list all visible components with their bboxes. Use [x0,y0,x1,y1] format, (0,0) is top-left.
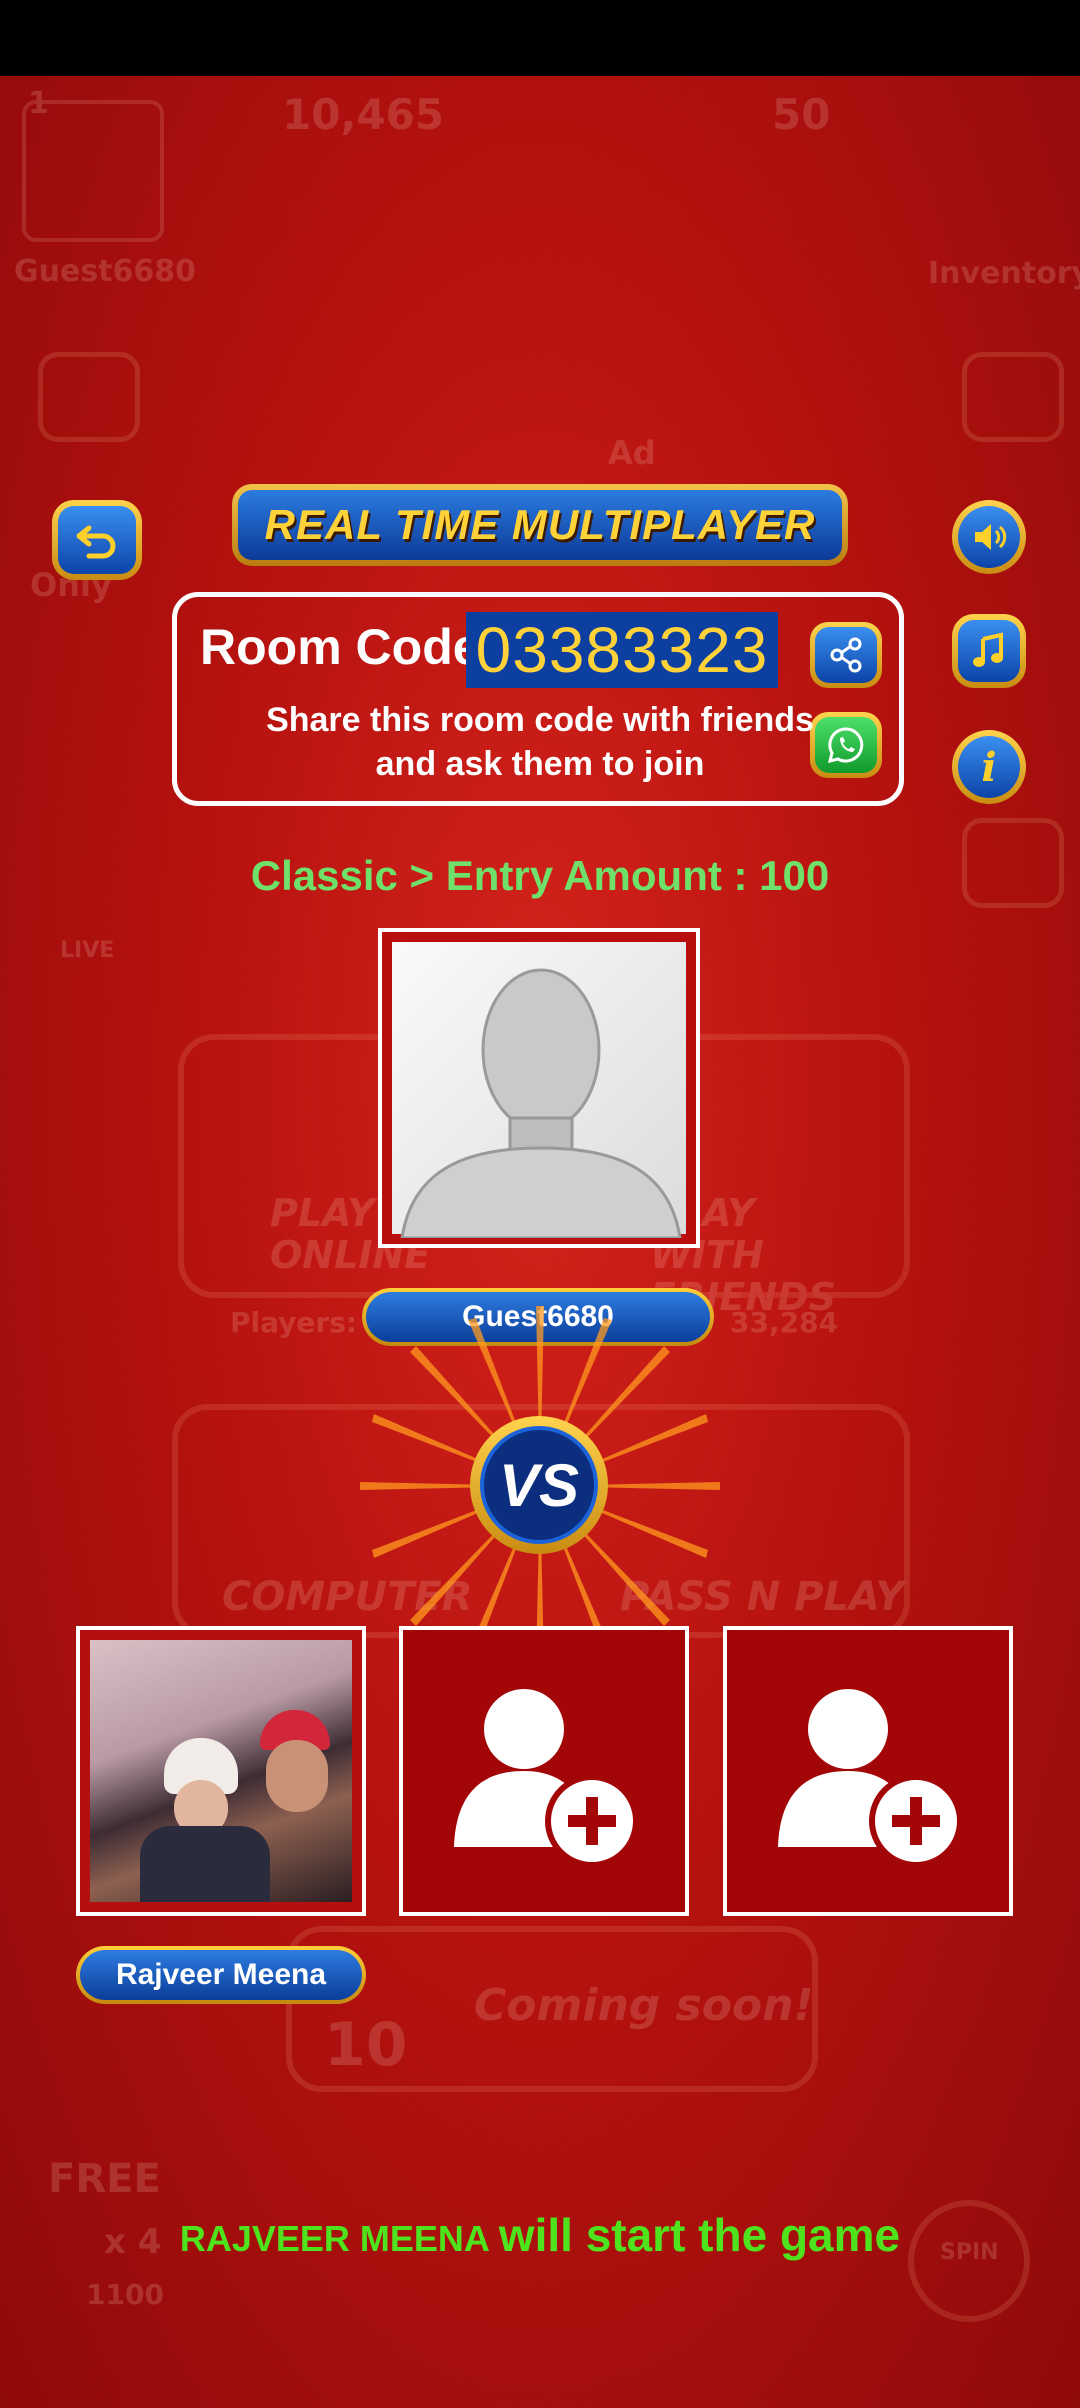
info-button[interactable]: i [952,730,1026,804]
lobby-season-card [286,1926,818,2092]
lobby-exit-button [38,352,140,442]
host-avatar [392,942,686,1240]
lobby-gems: 50 [772,90,831,139]
room-code-label: Room Code : [200,619,512,675]
lobby-inventory: Inventory [928,256,1080,291]
lobby-coming-soon: Coming soon! [474,1980,814,2031]
whatsapp-icon [815,717,877,773]
vs-label: VS [480,1426,598,1544]
whatsapp-share-button[interactable] [810,712,882,778]
lobby-players-count: 33,284 [730,1306,839,1339]
lobby-player-name: Guest6680 [14,254,197,289]
info-icon: i [958,736,1020,798]
lobby-live-label: LIVE [60,938,115,963]
share-button[interactable] [810,622,882,688]
vs-badge: VS [470,1416,608,1554]
share-instructions: Share this room code with friends and as… [266,701,814,783]
host-avatar-frame [378,928,700,1248]
room-code-value: 03383323 [466,612,778,688]
start-message: RAJVEER MEENA will start the game [0,2208,1080,2262]
sound-button[interactable] [952,500,1026,574]
player-slot-3[interactable] [723,1626,1013,1916]
lobby-level: 1 [28,86,49,121]
add-user-icon [778,1689,963,1868]
entry-amount-text: Classic > Entry Amount : 100 [250,852,830,899]
back-icon [58,506,136,574]
lobby-season-number: 10 [324,2010,408,2080]
player-1-name: Rajveer Meena [80,1950,362,2000]
player-slot-1 [76,1626,366,1916]
panel-title: REAL TIME MULTIPLAYER [238,490,842,560]
start-message-text: will start the game [498,2209,901,2261]
add-user-icon [454,1689,639,1868]
share-icon [815,627,877,683]
lobby-players-label: Players: [230,1306,358,1339]
lobby-coins: 10,465 [282,90,445,139]
start-message-name: RAJVEER MEENA [179,2218,490,2259]
music-button[interactable] [952,614,1026,688]
lobby-settings-button [962,352,1064,442]
player-1-name-pill: Rajveer Meena [76,1946,366,2004]
player-slot-2[interactable] [399,1626,689,1916]
lobby-free-reward: 1100 [86,2278,164,2311]
lobby-ad-label: Ad [608,434,656,472]
player-photo [90,1640,352,1902]
speaker-icon [958,506,1020,568]
lobby-free-label: FREE [48,2156,161,2202]
status-bar [0,0,1080,76]
panel-title-banner: REAL TIME MULTIPLAYER [232,484,848,566]
music-icon [958,620,1020,682]
back-button[interactable] [52,500,142,580]
lobby-avatar [22,100,164,242]
